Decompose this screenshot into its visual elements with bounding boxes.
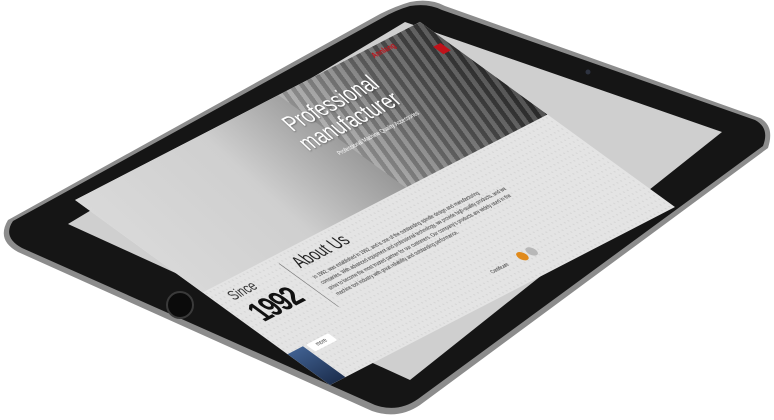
website-screen: Annlang Professional manufacturer Profes…: [75, 21, 675, 386]
screen-viewport: Annlang Professional manufacturer Profes…: [0, 0, 774, 420]
device-mockup: Annlang Professional manufacturer Profes…: [0, 0, 774, 420]
